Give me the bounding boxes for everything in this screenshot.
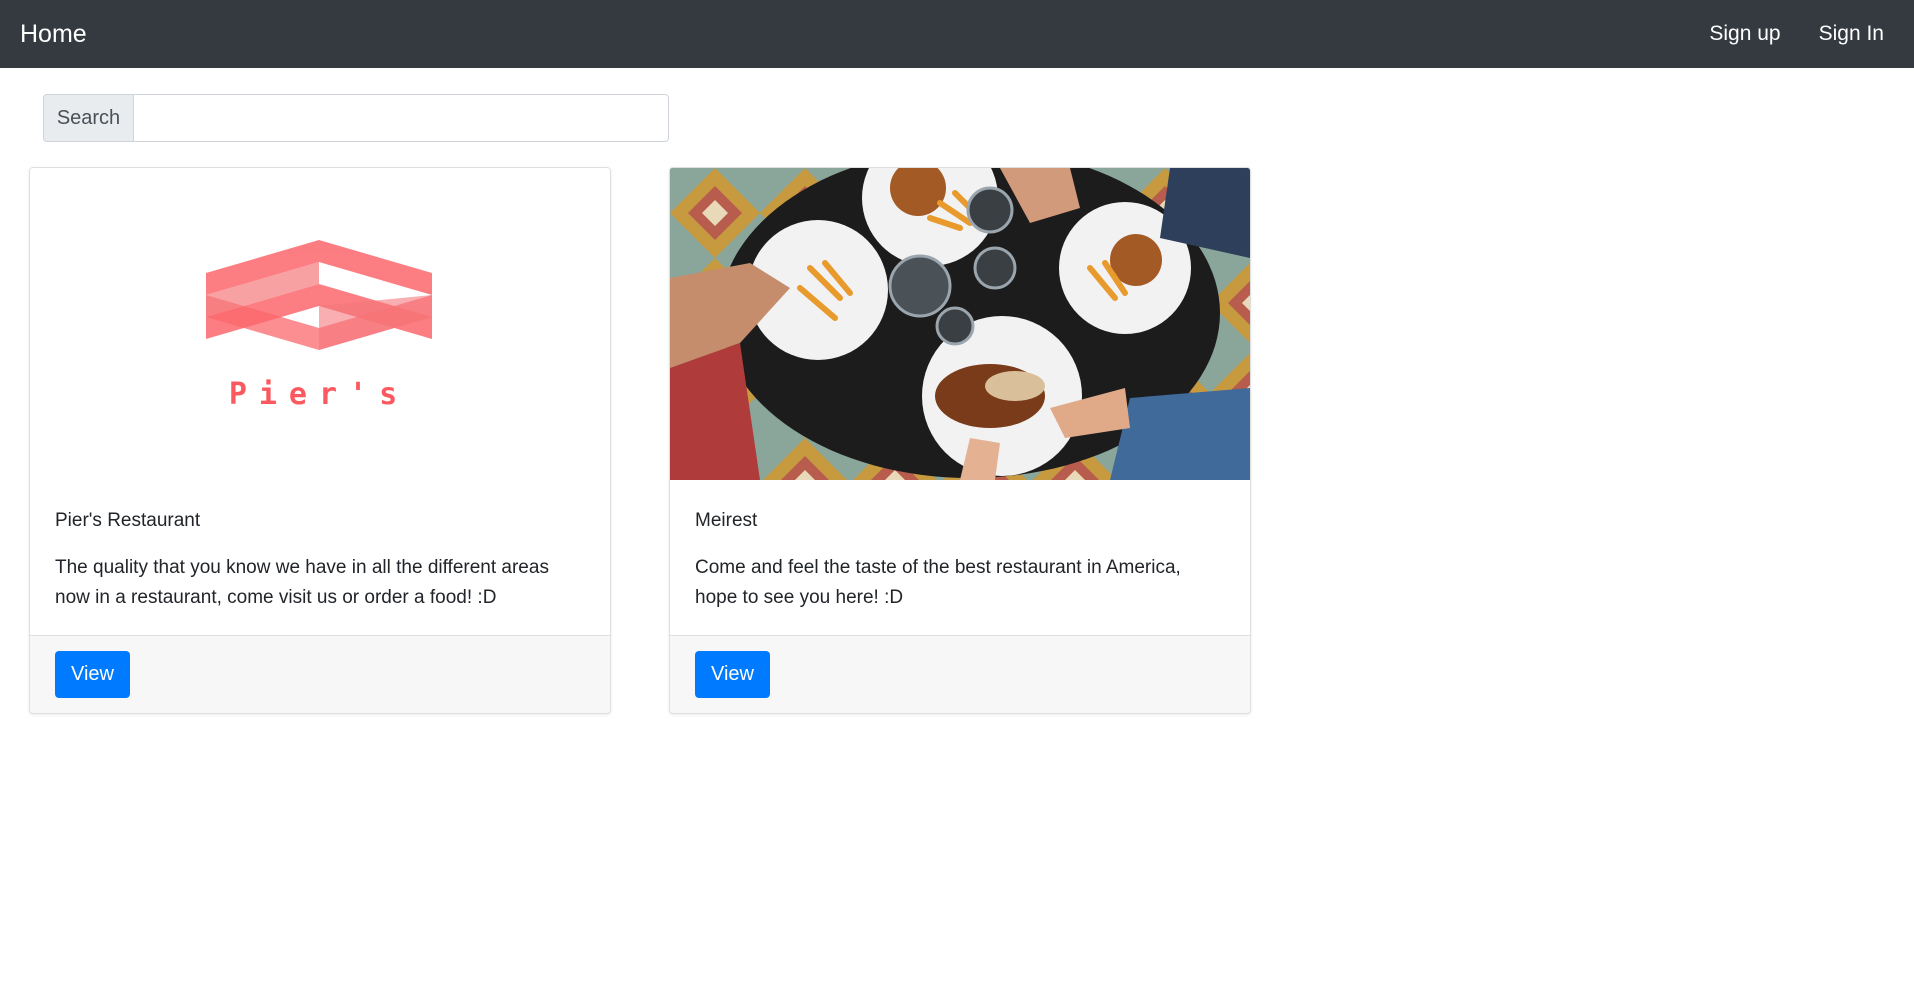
view-button[interactable]: View bbox=[695, 651, 770, 698]
card-title: Pier's Restaurant bbox=[55, 510, 201, 531]
card-description: Come and feel the taste of the best rest… bbox=[695, 556, 1181, 608]
card-body: Pier's Restaurant The quality that you k… bbox=[30, 480, 610, 635]
restaurant-food-image bbox=[670, 168, 1250, 480]
card-body: Meirest Come and feel the taste of the b… bbox=[670, 480, 1250, 635]
card-footer: View bbox=[30, 635, 610, 713]
card-description: The quality that you know we have in all… bbox=[55, 556, 549, 608]
home-link[interactable]: Home bbox=[20, 20, 87, 49]
food-photo bbox=[670, 168, 1250, 480]
nav-links: Sign up Sign In bbox=[1709, 22, 1894, 46]
logo-text: Pier's bbox=[229, 377, 409, 412]
sign-in-link[interactable]: Sign In bbox=[1819, 22, 1884, 46]
search-group: Search bbox=[43, 94, 669, 142]
card-title: Meirest bbox=[695, 510, 758, 531]
restaurant-logo-image: Pier's bbox=[30, 168, 610, 480]
card-footer: View bbox=[670, 635, 1250, 713]
search-label: Search bbox=[43, 94, 134, 142]
restaurant-card: Pier's Pier's Restaurant The quality tha… bbox=[29, 167, 611, 714]
restaurant-card: Meirest Come and feel the taste of the b… bbox=[669, 167, 1251, 714]
sign-up-link[interactable]: Sign up bbox=[1709, 22, 1780, 46]
piers-logo: Pier's bbox=[206, 240, 432, 412]
top-navbar: Home Sign up Sign In bbox=[0, 0, 1914, 68]
view-button[interactable]: View bbox=[55, 651, 130, 698]
search-input[interactable] bbox=[134, 94, 669, 142]
